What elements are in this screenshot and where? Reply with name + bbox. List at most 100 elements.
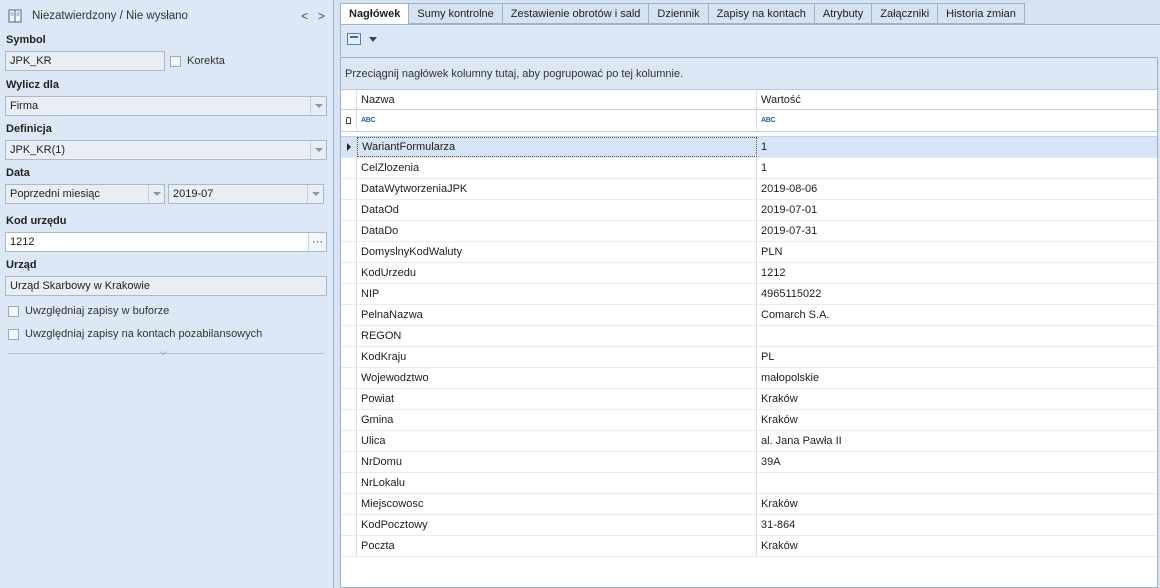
table-row[interactable]: Ulica al. Jana Pawła II [341,431,1157,452]
table-row[interactable]: NrLokalu [341,473,1157,494]
cell-nazwa[interactable]: KodUrzedu [357,263,757,283]
kod-urzedu-input[interactable]: 1212 ··· [5,232,327,252]
filter-cell-wartosc[interactable]: ABC [757,110,1157,131]
cell-nazwa[interactable]: Poczta [357,536,757,556]
tab-zalaczniki[interactable]: Załączniki [872,3,939,24]
cell-nazwa[interactable]: Ulica [357,431,757,451]
cell-nazwa[interactable]: DomyslnyKodWaluty [357,242,757,262]
row-indicator[interactable] [341,389,357,409]
nav-prev-button[interactable]: < [301,9,308,23]
table-row[interactable]: WariantFormularza 1 [341,137,1157,158]
row-indicator[interactable] [341,515,357,535]
tab-historia-zmian[interactable]: Historia zmian [938,3,1025,24]
cell-wartosc[interactable]: małopolskie [757,368,1157,388]
row-indicator[interactable] [341,221,357,241]
column-header-wartosc[interactable]: Wartość [757,90,1157,109]
cell-wartosc[interactable]: 1 [757,158,1157,178]
cell-wartosc[interactable]: 4965115022 [757,284,1157,304]
cell-nazwa[interactable]: WariantFormularza [357,137,757,157]
table-row[interactable]: KodKraju PL [341,347,1157,368]
tab-zestawienie-obrotow[interactable]: Zestawienie obrotów i sald [502,3,650,24]
table-row[interactable]: Wojewodztwo małopolskie [341,368,1157,389]
row-indicator[interactable] [341,473,357,493]
cell-wartosc[interactable]: 1 [757,137,1157,157]
row-indicator[interactable] [341,284,357,304]
offbalance-checkbox[interactable]: Uwzględniaj zapisy na kontach pozabilans… [8,328,262,340]
tab-dziennik[interactable]: Dziennik [649,3,709,24]
table-row[interactable]: KodPocztowy 31-864 [341,515,1157,536]
cell-wartosc[interactable]: Comarch S.A. [757,305,1157,325]
data-month-select[interactable]: 2019-07 [168,184,324,204]
cell-nazwa[interactable]: KodPocztowy [357,515,757,535]
cell-nazwa[interactable]: Wojewodztwo [357,368,757,388]
cell-nazwa[interactable]: DataWytworzeniaJPK [357,179,757,199]
cell-nazwa[interactable]: NrDomu [357,452,757,472]
cell-wartosc[interactable]: Kraków [757,410,1157,430]
cell-nazwa[interactable]: Miejscowosc [357,494,757,514]
row-indicator[interactable] [341,494,357,514]
cell-wartosc[interactable]: PLN [757,242,1157,262]
collapse-chevron-icon[interactable]: ⌵ [160,347,167,358]
cell-nazwa[interactable]: Powiat [357,389,757,409]
wylicz-dla-dropdown-button[interactable] [310,97,326,115]
row-indicator[interactable] [341,410,357,430]
grid-layout-icon[interactable] [347,33,361,45]
table-row[interactable]: REGON [341,326,1157,347]
row-indicator[interactable] [341,431,357,451]
tab-zapisy-na-kontach[interactable]: Zapisy na kontach [708,3,815,24]
korekta-checkbox-box[interactable] [170,55,181,67]
cell-wartosc[interactable]: 2019-07-01 [757,200,1157,220]
definicja-select[interactable]: JPK_KR(1) [5,140,327,160]
data-period-dropdown-button[interactable] [148,185,164,203]
cell-nazwa[interactable]: DataDo [357,221,757,241]
filter-cell-nazwa[interactable]: ABC [357,110,757,131]
row-indicator[interactable] [341,158,357,178]
table-row[interactable]: CelZlozenia 1 [341,158,1157,179]
data-month-dropdown-button[interactable] [307,185,323,203]
cell-wartosc[interactable]: Kraków [757,536,1157,556]
tab-naglowek[interactable]: Nagłówek [340,3,410,25]
kod-urzedu-browse-button[interactable]: ··· [308,233,326,251]
tab-sumy-kontrolne[interactable]: Sumy kontrolne [409,3,503,24]
table-row[interactable]: NrDomu 39A [341,452,1157,473]
row-indicator[interactable] [341,200,357,220]
nav-next-button[interactable]: > [318,9,325,23]
cell-nazwa[interactable]: NIP [357,284,757,304]
cell-nazwa[interactable]: PelnaNazwa [357,305,757,325]
data-period-select[interactable]: Poprzedni miesiąc [5,184,165,204]
table-row[interactable]: DataDo 2019-07-31 [341,221,1157,242]
row-indicator[interactable] [341,326,357,346]
table-row[interactable]: DomyslnyKodWaluty PLN [341,242,1157,263]
table-row[interactable]: Poczta Kraków [341,536,1157,557]
cell-wartosc[interactable]: 2019-07-31 [757,221,1157,241]
tab-atrybuty[interactable]: Atrybuty [814,3,873,24]
cell-wartosc[interactable]: PL [757,347,1157,367]
table-row[interactable]: Gmina Kraków [341,410,1157,431]
table-row[interactable]: DataWytworzeniaJPK 2019-08-06 [341,179,1157,200]
table-row[interactable]: Powiat Kraków [341,389,1157,410]
row-indicator[interactable] [341,137,357,157]
cell-wartosc[interactable]: Kraków [757,389,1157,409]
cell-nazwa[interactable]: NrLokalu [357,473,757,493]
cell-wartosc[interactable]: 31-864 [757,515,1157,535]
cell-nazwa[interactable]: REGON [357,326,757,346]
column-header-nazwa[interactable]: Nazwa [357,90,757,109]
cell-wartosc[interactable]: al. Jana Pawła II [757,431,1157,451]
layout-dropdown-icon[interactable] [369,37,377,42]
buffer-checkbox-box[interactable] [8,305,19,317]
row-indicator[interactable] [341,242,357,262]
cell-nazwa[interactable]: Gmina [357,410,757,430]
cell-nazwa[interactable]: CelZlozenia [357,158,757,178]
buffer-checkbox[interactable]: Uwzględniaj zapisy w buforze [8,305,169,317]
row-indicator[interactable] [341,452,357,472]
row-indicator[interactable] [341,305,357,325]
cell-wartosc[interactable] [757,326,1157,346]
group-by-panel[interactable]: Przeciągnij nagłówek kolumny tutaj, aby … [341,58,1157,90]
cell-nazwa[interactable]: DataOd [357,200,757,220]
table-row[interactable]: PelnaNazwa Comarch S.A. [341,305,1157,326]
definicja-dropdown-button[interactable] [310,141,326,159]
row-indicator[interactable] [341,263,357,283]
table-row[interactable]: Miejscowosc Kraków [341,494,1157,515]
cell-wartosc[interactable]: 1212 [757,263,1157,283]
cell-nazwa[interactable]: KodKraju [357,347,757,367]
